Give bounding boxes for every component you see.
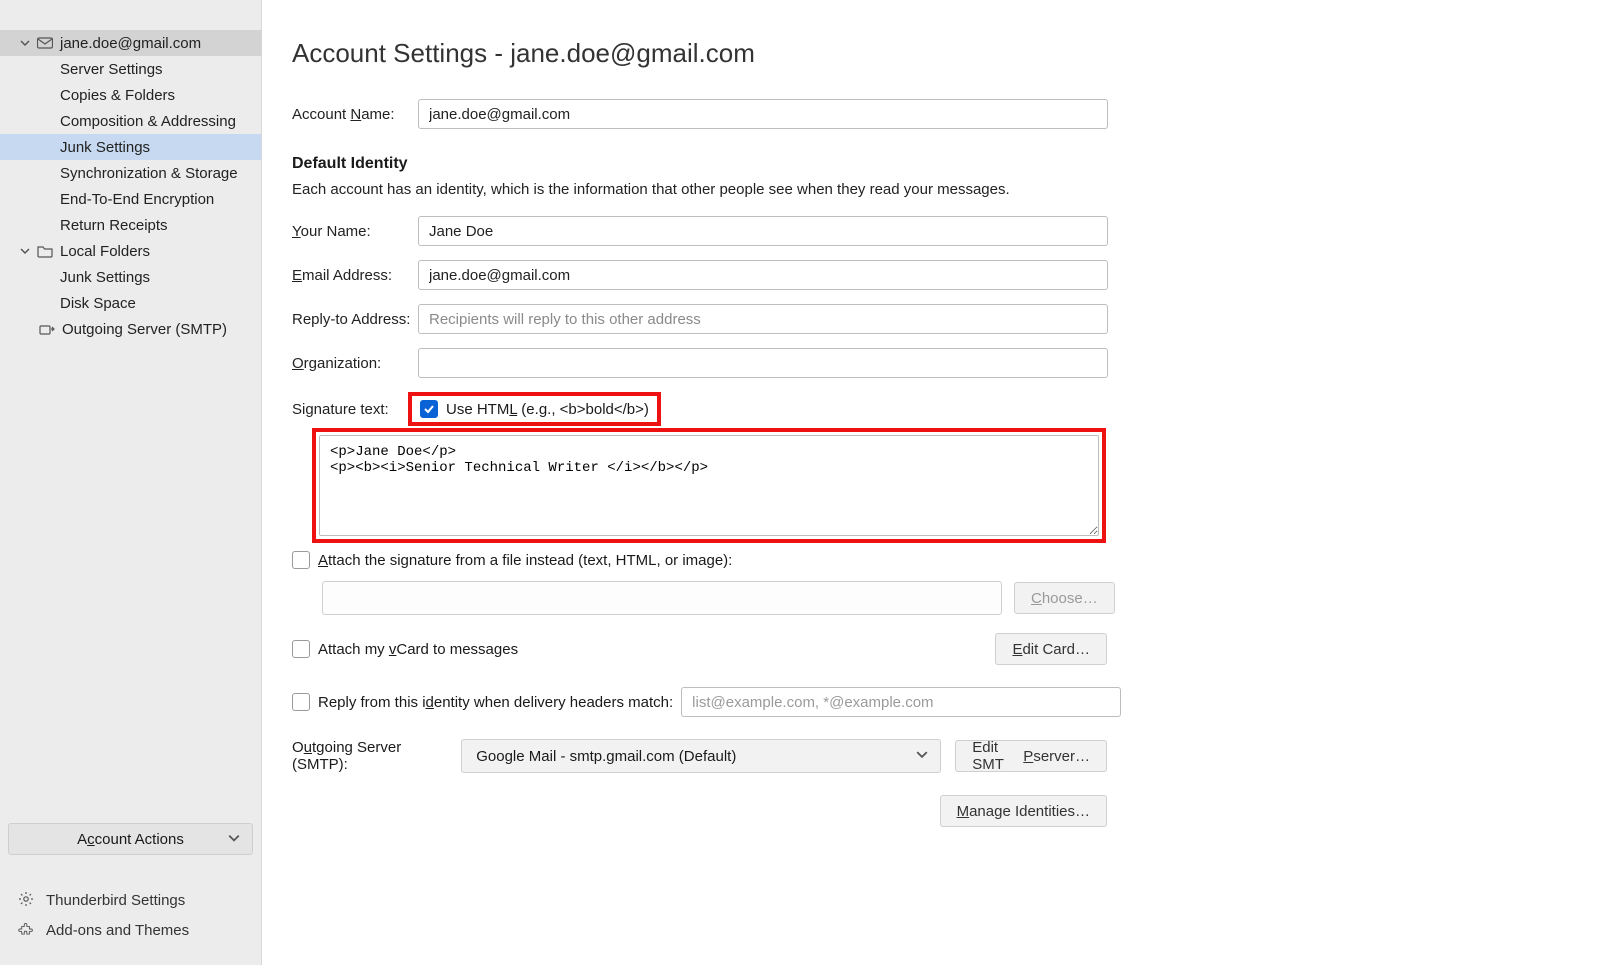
reply-to-label: Reply-to Address: — [292, 311, 418, 328]
organization-input[interactable] — [418, 348, 1108, 378]
sidebar-item-composition[interactable]: Composition & Addressing — [0, 108, 261, 134]
addons-themes-label: Add-ons and Themes — [46, 922, 189, 939]
sidebar-item-server-settings[interactable]: Server Settings — [0, 56, 261, 82]
email-label: Email Address: — [292, 267, 418, 284]
email-input[interactable] — [418, 260, 1108, 290]
smtp-label: Outgoing Server (SMTP): — [292, 739, 447, 773]
signature-textarea-highlight — [312, 428, 1106, 543]
sidebar-item-junk-settings[interactable]: Junk Settings — [0, 134, 261, 160]
attach-file-label: Attach the signature from a file instead… — [318, 552, 732, 569]
page-title: Account Settings - jane.doe@gmail.com — [292, 38, 1566, 69]
gear-icon — [18, 891, 36, 909]
local-folders-label: Local Folders — [60, 243, 150, 260]
puzzle-icon — [18, 921, 36, 939]
your-name-input[interactable] — [418, 216, 1108, 246]
reply-identity-label: Reply from this identity when delivery h… — [318, 694, 673, 711]
reply-to-input[interactable] — [418, 304, 1108, 334]
thunderbird-settings-link[interactable]: Thunderbird Settings — [8, 885, 253, 915]
sidebar-item-e2e-encryption[interactable]: End-To-End Encryption — [0, 186, 261, 212]
sidebar-item-return-receipts[interactable]: Return Receipts — [0, 212, 261, 238]
manage-identities-row: Manage Identities… — [292, 795, 1107, 827]
outgoing-server-icon — [38, 320, 56, 338]
reply-identity-input[interactable] — [681, 687, 1121, 717]
your-name-row: Your Name: — [292, 216, 1566, 246]
organization-row: Organization: — [292, 348, 1566, 378]
sidebar-item-sync-storage[interactable]: Synchronization & Storage — [0, 160, 261, 186]
reply-identity-row: Reply from this identity when delivery h… — [292, 687, 1566, 717]
account-name-row: Account Name: — [292, 99, 1566, 129]
account-root[interactable]: jane.doe@gmail.com — [0, 30, 261, 56]
mail-account-icon — [36, 34, 54, 52]
sidebar: jane.doe@gmail.com Server Settings Copie… — [0, 0, 262, 965]
addons-themes-link[interactable]: Add-ons and Themes — [8, 915, 253, 945]
attach-file-path-input[interactable] — [322, 581, 1002, 615]
reply-identity-checkbox[interactable] — [292, 693, 310, 711]
organization-label: Organization: — [292, 355, 418, 372]
attach-file-checkbox[interactable] — [292, 551, 310, 569]
use-html-highlight: Use HTML (e.g., <b>bold</b>) — [408, 392, 661, 426]
smtp-row: Outgoing Server (SMTP): Google Mail - sm… — [292, 739, 1107, 773]
attach-vcard-label: Attach my vCard to messages — [318, 641, 518, 658]
default-identity-sub: Each account has an identity, which is t… — [292, 181, 1566, 198]
sidebar-item-local-junk[interactable]: Junk Settings — [0, 264, 261, 290]
outgoing-server-label: Outgoing Server (SMTP) — [62, 321, 227, 338]
account-name-label: Account Name: — [292, 106, 418, 123]
sidebar-item-disk-space[interactable]: Disk Space — [0, 290, 261, 316]
chevron-down-icon — [18, 36, 32, 50]
sidebar-item-copies-folders[interactable]: Copies & Folders — [0, 82, 261, 108]
signature-text-label: Signature text: — [292, 401, 408, 418]
local-folders-root[interactable]: Local Folders — [0, 238, 261, 264]
smtp-select[interactable]: Google Mail - smtp.gmail.com (Default) — [461, 739, 941, 773]
attach-file-row: Attach the signature from a file instead… — [292, 551, 1566, 569]
email-row: Email Address: — [292, 260, 1566, 290]
reply-to-row: Reply-to Address: — [292, 304, 1566, 334]
account-tree: jane.doe@gmail.com Server Settings Copie… — [0, 30, 261, 823]
default-identity-header: Default Identity — [292, 155, 1566, 173]
vcard-row: Attach my vCard to messages Edit Card… — [292, 633, 1107, 665]
account-root-label: jane.doe@gmail.com — [60, 35, 201, 52]
chevron-down-icon — [228, 831, 240, 848]
account-actions-label: Account Actions — [77, 831, 184, 848]
account-name-input[interactable] — [418, 99, 1108, 129]
your-name-label: Your Name: — [292, 223, 418, 240]
account-actions-button[interactable]: Account Actions — [8, 823, 253, 855]
main-content: Account Settings - jane.doe@gmail.com Ac… — [262, 0, 1602, 965]
manage-identities-button[interactable]: Manage Identities… — [940, 795, 1107, 827]
choose-file-button[interactable]: Choose… — [1014, 582, 1115, 614]
outgoing-server-root[interactable]: Outgoing Server (SMTP) — [0, 316, 261, 342]
signature-area-wrap — [312, 428, 1566, 543]
folder-icon — [36, 242, 54, 260]
signature-label-row: Signature text: Use HTML (e.g., <b>bold<… — [292, 392, 1566, 426]
sidebar-bottom: Account Actions Thunderbird Settings Add… — [0, 823, 261, 965]
chevron-down-icon — [916, 748, 928, 765]
smtp-select-value: Google Mail - smtp.gmail.com (Default) — [476, 748, 736, 765]
attach-vcard-checkbox[interactable] — [292, 640, 310, 658]
thunderbird-settings-label: Thunderbird Settings — [46, 892, 185, 909]
edit-smtp-button[interactable]: Edit SMTP server… — [955, 740, 1107, 772]
edit-card-button[interactable]: Edit Card… — [995, 633, 1107, 665]
chevron-down-icon — [18, 244, 32, 258]
attach-file-path-row: Choose… — [322, 581, 1566, 615]
use-html-label: Use HTML (e.g., <b>bold</b>) — [446, 401, 649, 418]
signature-textarea[interactable] — [319, 435, 1099, 536]
use-html-checkbox[interactable] — [420, 400, 438, 418]
